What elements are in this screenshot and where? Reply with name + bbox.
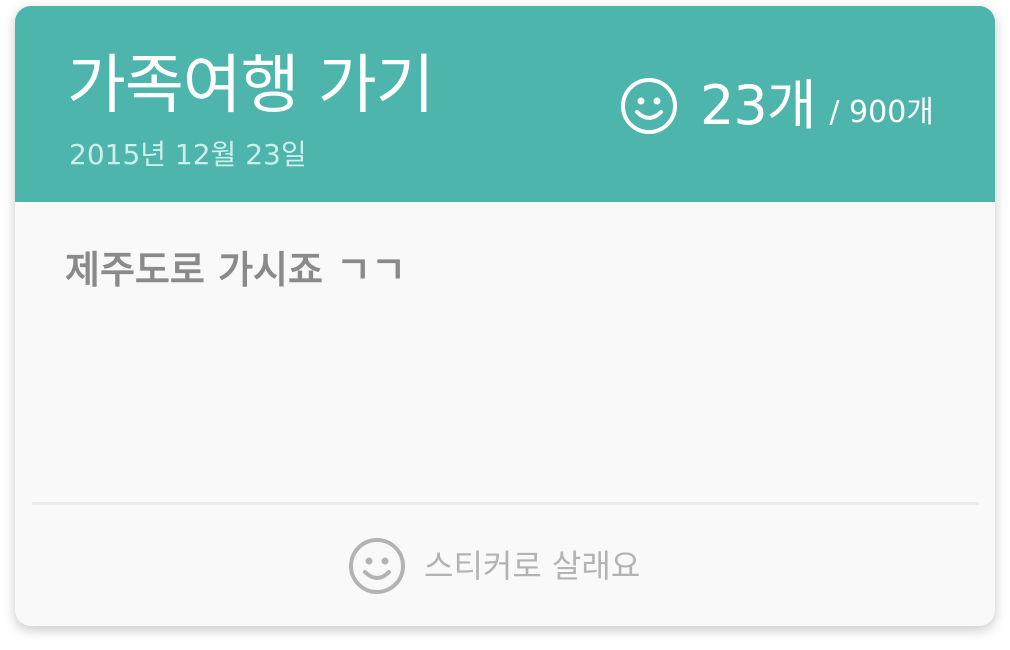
sticker-counter: 23개 / 900개 <box>620 74 934 138</box>
sticker-count: 23개 <box>700 74 816 137</box>
smiley-icon <box>349 538 405 594</box>
wish-date: 2015년 12월 23일 <box>69 138 307 171</box>
card-header: 가족여행 가기 2015년 12월 23일 23개 / 900개 <box>15 6 995 202</box>
buy-with-stickers-label: 스티커로 살래요 <box>424 547 641 585</box>
wish-title: 가족여행 가기 <box>67 49 435 123</box>
divider <box>32 502 979 505</box>
smiley-icon <box>621 78 677 134</box>
wish-card: 가족여행 가기 2015년 12월 23일 23개 / 900개 제주도로 가시… <box>15 6 995 626</box>
sticker-total: / 900개 <box>829 95 934 130</box>
buy-with-stickers-button[interactable]: 스티커로 살래요 <box>348 536 640 596</box>
wish-message: 제주도로 가시죠 ㄱㄱ <box>65 248 407 292</box>
